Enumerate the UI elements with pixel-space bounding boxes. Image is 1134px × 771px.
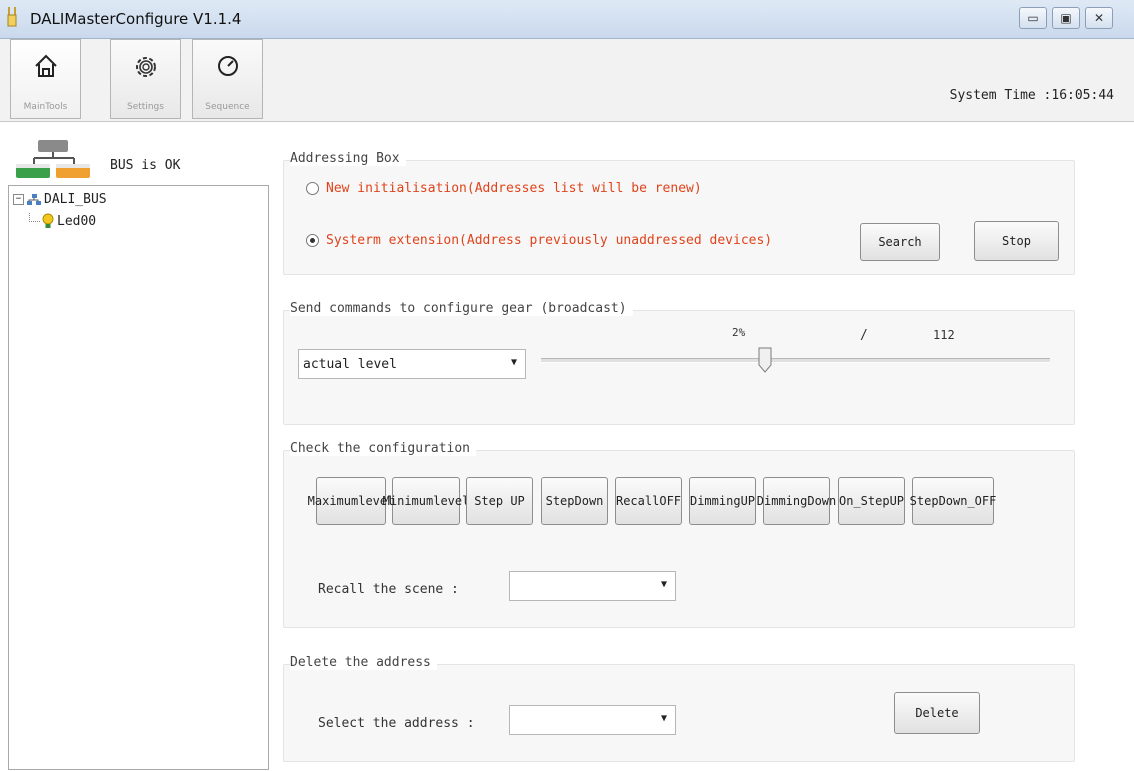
dimming-up-button[interactable]: Dimming UP — [689, 477, 756, 525]
command-select-value: actual level — [303, 357, 397, 372]
clock-icon — [217, 56, 238, 76]
level-percent: 2% — [732, 326, 746, 339]
command-select[interactable]: actual level ▼ — [298, 349, 526, 379]
btn-line2: level — [433, 493, 470, 508]
dimming-down-button[interactable]: Dimming Down — [757, 477, 836, 525]
tool-label: Settings — [127, 102, 164, 112]
btn-line2: OFF — [659, 493, 682, 508]
radio-system-extension[interactable] — [306, 234, 319, 247]
tree-connector — [29, 212, 40, 222]
delete-title: Delete the address — [290, 655, 437, 670]
system-time: System Time :16:05:44 — [949, 88, 1114, 103]
tool-label: Sequence — [205, 102, 250, 112]
minimize-icon[interactable]: ▭ — [1019, 7, 1047, 29]
gear-icon — [135, 57, 156, 77]
network-node-icon — [27, 193, 41, 205]
tool-settings[interactable]: Settings — [110, 39, 181, 119]
bulb-icon — [42, 213, 54, 228]
recall-scene-label: Recall the scene : — [318, 582, 459, 597]
home-icon — [34, 54, 57, 77]
select-address-label: Select the address : — [318, 716, 475, 731]
chevron-down-icon: ▼ — [660, 713, 667, 724]
search-button[interactable]: Search — [860, 223, 940, 261]
chevron-down-icon: ▼ — [510, 357, 517, 368]
radio-new-initialisation-label[interactable]: New initialisation(Addresses list will b… — [326, 181, 702, 196]
tool-label: MainTools — [23, 102, 68, 112]
tree-item-led00[interactable]: Led00 — [29, 212, 97, 229]
bus-network-icon — [16, 140, 90, 178]
slider-thumb[interactable] — [758, 347, 772, 373]
on-step-up-button[interactable]: On_Step UP — [838, 477, 905, 525]
minimum-level-button[interactable]: Minimum level — [383, 477, 469, 525]
bus-status: BUS is OK — [110, 158, 181, 173]
btn-line1: Minimum — [382, 493, 434, 508]
device-tree[interactable]: − DALI_BUS Led00 — [8, 185, 269, 770]
check-title: Check the configuration — [290, 441, 477, 456]
title-bar: DALIMasterConfigure V1.1.4 ▭ ▣ ✕ — [0, 0, 1134, 39]
step-up-button[interactable]: Step UP — [466, 477, 533, 525]
maximum-level-button[interactable]: Maximum level — [308, 477, 394, 525]
window-title: DALIMasterConfigure V1.1.4 — [30, 10, 242, 28]
btn-line2: Down — [807, 493, 837, 508]
collapse-icon[interactable]: − — [13, 194, 24, 205]
close-icon[interactable]: ✕ — [1085, 7, 1113, 29]
btn-line2: Down_OFF — [938, 493, 997, 508]
level-value: 112 — [933, 328, 955, 342]
btn-line1: Dimming — [756, 493, 808, 508]
step-down-off-button[interactable]: Step Down_OFF — [909, 477, 997, 525]
btn-line1: Maximum — [307, 493, 359, 508]
left-panel: BUS is OK − DALI_BUS Led00 — [0, 122, 270, 771]
btn-line2: UP — [740, 493, 756, 508]
btn-line2: UP — [889, 493, 905, 508]
btn-line1: Step — [909, 493, 939, 508]
recall-off-button[interactable]: Recall OFF — [615, 477, 682, 525]
btn-line1: On_Step — [838, 493, 890, 508]
delete-button[interactable]: Delete — [894, 692, 980, 734]
step-down-button[interactable]: Step Down — [541, 477, 608, 525]
btn-line1: Step UP — [474, 493, 525, 508]
address-select[interactable]: ▼ — [509, 705, 676, 735]
commands-title: Send commands to configure gear (broadca… — [290, 301, 633, 316]
maximize-icon[interactable]: ▣ — [1052, 7, 1080, 29]
addressing-title: Addressing Box — [290, 151, 406, 166]
radio-new-initialisation[interactable] — [306, 182, 319, 195]
scene-select[interactable]: ▼ — [509, 571, 676, 601]
chevron-down-icon: ▼ — [660, 579, 667, 590]
radio-system-extension-label[interactable]: Systerm extension(Address previously una… — [326, 233, 772, 248]
btn-line1: Recall — [615, 493, 660, 508]
btn-line1: Step — [545, 493, 575, 508]
tree-item-label: Led00 — [57, 213, 97, 229]
slider-track[interactable] — [541, 358, 1050, 363]
tree-root[interactable]: − DALI_BUS — [13, 192, 107, 207]
app-icon — [7, 7, 17, 27]
tool-maintools[interactable]: MainTools — [10, 39, 81, 119]
stop-button[interactable]: Stop — [974, 221, 1059, 261]
level-separator: / — [860, 328, 868, 343]
tree-root-label: DALI_BUS — [44, 192, 107, 207]
btn-line1: Dimming — [689, 493, 741, 508]
toolbar: MainTools Settings Sequence System Time … — [0, 39, 1134, 122]
addressing-group — [283, 160, 1075, 275]
btn-line2: Down — [574, 493, 604, 508]
tool-sequence[interactable]: Sequence — [192, 39, 263, 119]
